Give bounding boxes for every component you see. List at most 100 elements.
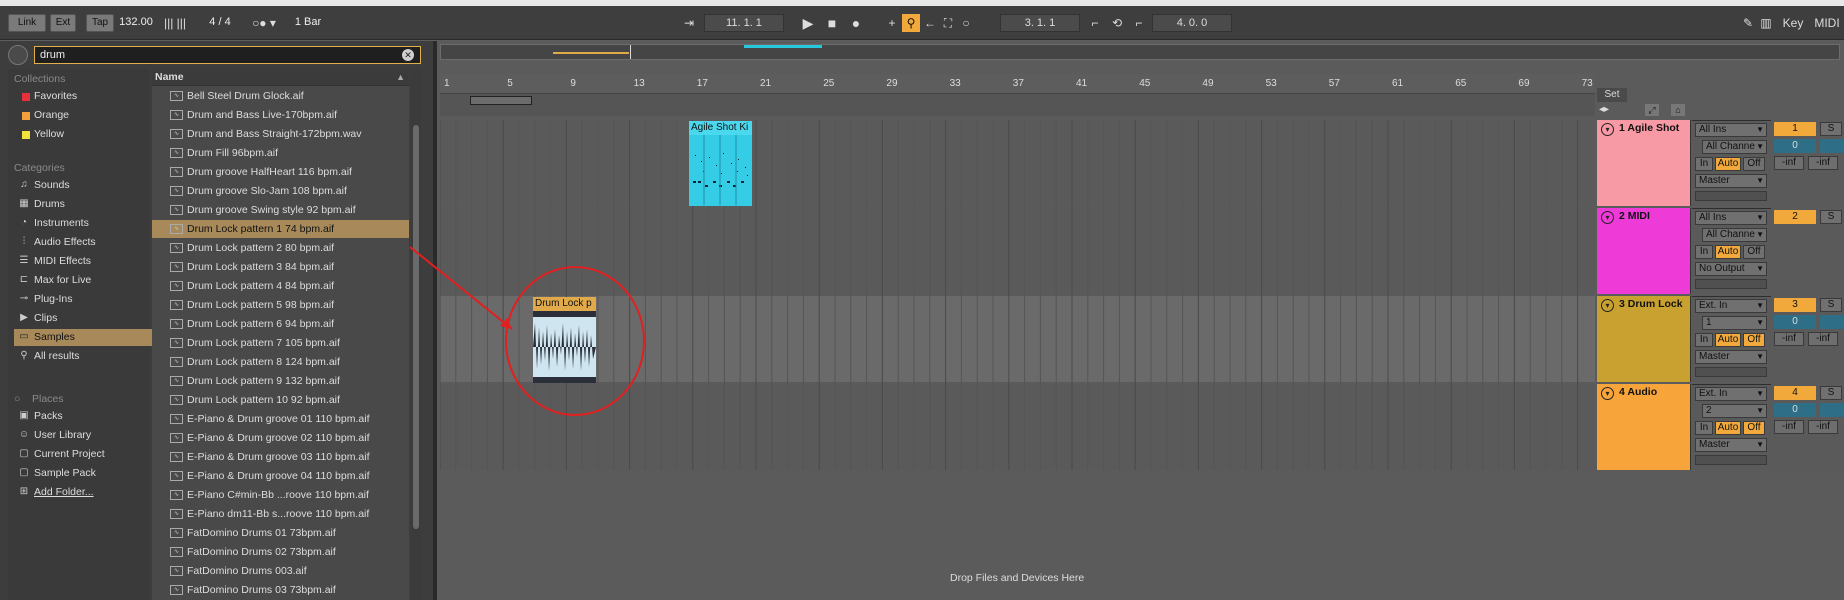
track-activator-button[interactable]: 4 bbox=[1774, 386, 1816, 400]
file-row[interactable]: ∿ Drum groove Swing style 92 bpm.aif bbox=[152, 201, 409, 219]
output-select[interactable]: Master ▼ bbox=[1695, 350, 1767, 364]
preview-icon[interactable] bbox=[8, 45, 28, 65]
monitor-in-button[interactable]: In bbox=[1695, 421, 1713, 435]
fold-icon[interactable]: ▾ bbox=[1601, 387, 1614, 400]
output-channel-select[interactable] bbox=[1695, 191, 1767, 201]
file-row[interactable]: ∿ Drum Lock pattern 3 84 bpm.aif bbox=[152, 258, 409, 276]
file-row[interactable]: ∿ E-Piano & Drum groove 03 110 bpm.aif bbox=[152, 448, 409, 466]
session-record-icon[interactable]: ○ bbox=[958, 14, 974, 32]
solo-button[interactable]: S bbox=[1820, 122, 1842, 136]
clear-search-icon[interactable]: ✕ bbox=[402, 49, 414, 61]
metronome-icon[interactable]: ○● ▾ bbox=[246, 14, 282, 32]
file-row[interactable]: ∿ E-Piano & Drum groove 04 110 bpm.aif bbox=[152, 467, 409, 485]
category-drums[interactable]: ▦ Drums bbox=[14, 196, 154, 213]
nudge-icon[interactable]: ||| ||| bbox=[158, 14, 192, 32]
monitor-in-button[interactable]: In bbox=[1695, 245, 1713, 259]
track-activator-button[interactable]: 2 bbox=[1774, 210, 1816, 224]
tap-button[interactable]: Tap bbox=[86, 14, 114, 32]
locator-lane[interactable] bbox=[440, 94, 1595, 116]
monitor-in-button[interactable]: In bbox=[1695, 333, 1713, 347]
category-instruments[interactable]: ◔ Instruments bbox=[14, 215, 154, 232]
fold-icon[interactable]: ▾ bbox=[1601, 123, 1614, 136]
fold-icon[interactable]: ▾ bbox=[1601, 299, 1614, 312]
file-row[interactable]: ∿ Drum Fill 96bpm.aif bbox=[152, 144, 409, 162]
category-clips[interactable]: ▶ Clips bbox=[14, 310, 154, 327]
audio-clip[interactable]: Drum Lock p bbox=[533, 297, 596, 383]
midi-clip[interactable]: Agile Shot Ki bbox=[689, 121, 752, 206]
midi-map-button[interactable]: MIDI bbox=[1812, 14, 1842, 32]
nav-arrows-icon[interactable]: ◂▸ bbox=[1599, 104, 1609, 115]
loop-start-field[interactable]: 3. 1. 1 bbox=[1000, 14, 1080, 32]
track-activator-button[interactable]: 3 bbox=[1774, 298, 1816, 312]
collection-favorites[interactable]: Favorites bbox=[14, 88, 154, 105]
file-row[interactable]: ∿ Drum groove Slo-Jam 108 bpm.aif bbox=[152, 182, 409, 200]
file-row[interactable]: ∿ E-Piano dm11-Bb s...roove 110 bpm.aif bbox=[152, 505, 409, 523]
loop-length-field[interactable]: 4. 0. 0 bbox=[1152, 14, 1232, 32]
monitor-auto-button[interactable]: Auto bbox=[1715, 421, 1741, 435]
input-channel-select[interactable]: All Channe ▼ bbox=[1702, 228, 1767, 242]
file-row[interactable]: ∿ FatDomino Drums 03 73bpm.aif bbox=[152, 581, 409, 599]
output-select[interactable]: Master ▼ bbox=[1695, 438, 1767, 452]
monitor-off-button[interactable]: Off bbox=[1743, 333, 1765, 347]
file-row[interactable]: ∿ Drum Lock pattern 6 94 bpm.aif bbox=[152, 315, 409, 333]
automation-arm-icon[interactable]: ⚲ bbox=[902, 14, 920, 32]
pan-field[interactable] bbox=[1820, 403, 1844, 417]
file-row[interactable]: ∿ Drum Lock pattern 4 84 bpm.aif bbox=[152, 277, 409, 295]
volume-field[interactable]: 0 bbox=[1774, 315, 1816, 329]
collection-orange[interactable]: Orange bbox=[14, 107, 154, 124]
capture-icon[interactable]: ⛶ bbox=[940, 14, 956, 32]
quantize-menu[interactable]: 1 Bar bbox=[286, 14, 330, 32]
punch-out-icon[interactable]: ⌐ bbox=[1130, 14, 1148, 32]
category-samples[interactable]: ▭ Samples bbox=[14, 329, 154, 346]
output-select[interactable]: No Output ▼ bbox=[1695, 262, 1767, 276]
input-channel-select[interactable]: 2 ▼ bbox=[1702, 404, 1767, 418]
loop-icon[interactable]: ⟲ bbox=[1108, 14, 1126, 32]
expand-icon[interactable]: ⤢ bbox=[1645, 104, 1659, 116]
output-channel-select[interactable] bbox=[1695, 367, 1767, 377]
monitor-off-button[interactable]: Off bbox=[1743, 245, 1765, 259]
file-row[interactable]: ∿ Drum groove HalfHeart 116 bpm.aif bbox=[152, 163, 409, 181]
time-signature-field[interactable]: 4 / 4 bbox=[200, 14, 240, 32]
input-channel-select[interactable]: 1 ▼ bbox=[1702, 316, 1767, 330]
place-current-project[interactable]: ▢ Current Project bbox=[14, 446, 154, 463]
category-audio-effects[interactable]: ⫶ Audio Effects bbox=[14, 234, 154, 251]
input-type-select[interactable]: Ext. In ▼ bbox=[1695, 387, 1767, 401]
output-channel-select[interactable] bbox=[1695, 455, 1767, 465]
record-icon[interactable]: ● bbox=[848, 14, 864, 32]
input-type-select[interactable]: Ext. In ▼ bbox=[1695, 299, 1767, 313]
solo-button[interactable]: S bbox=[1820, 298, 1842, 312]
back-to-arrangement-icon[interactable]: ← bbox=[922, 14, 938, 32]
lock-icon[interactable]: ⌂ bbox=[1671, 104, 1685, 116]
file-row[interactable]: ∿ Drum Lock pattern 2 80 bpm.aif bbox=[152, 239, 409, 257]
category-plug-ins[interactable]: ⊸ Plug-Ins bbox=[14, 291, 154, 308]
place-packs[interactable]: ▣ Packs bbox=[14, 408, 154, 425]
file-row[interactable]: ∿ Drum and Bass Live-170bpm.aif bbox=[152, 106, 409, 124]
volume-field[interactable]: 0 bbox=[1774, 139, 1816, 153]
fold-icon[interactable]: ▾ bbox=[1601, 211, 1614, 224]
input-type-select[interactable]: All Ins ▼ bbox=[1695, 123, 1767, 137]
file-row[interactable]: ∿ E-Piano & Drum groove 01 110 bpm.aif bbox=[152, 410, 409, 428]
pan-field[interactable] bbox=[1820, 139, 1844, 153]
place-sample-pack[interactable]: ▢ Sample Pack bbox=[14, 465, 154, 482]
play-icon[interactable]: ▶ bbox=[800, 14, 816, 32]
category-sounds[interactable]: ♫ Sounds bbox=[14, 177, 154, 194]
collection-yellow[interactable]: Yellow bbox=[14, 126, 154, 143]
tempo-field[interactable]: 132.00 bbox=[116, 14, 156, 32]
place-user-library[interactable]: ☺ User Library bbox=[14, 427, 154, 444]
solo-button[interactable]: S bbox=[1820, 386, 1842, 400]
file-row[interactable]: ∿ FatDomino Drums 003.aif bbox=[152, 562, 409, 580]
stop-icon[interactable]: ■ bbox=[824, 14, 840, 32]
file-row[interactable]: ∿ Drum Lock pattern 10 92 bpm.aif bbox=[152, 391, 409, 409]
link-button[interactable]: Link bbox=[8, 14, 46, 32]
track-title-bar[interactable]: ▾ 4 Audio bbox=[1597, 384, 1691, 470]
file-row[interactable]: ∿ FatDomino Drums 02 73bpm.aif bbox=[152, 543, 409, 561]
song-position-field[interactable]: 11. 1. 1 bbox=[704, 14, 784, 32]
track-title-bar[interactable]: ▾ 1 Agile Shot bbox=[1597, 120, 1691, 206]
file-row[interactable]: ∿ Drum Lock pattern 1 74 bpm.aif bbox=[152, 220, 409, 238]
volume-field[interactable]: 0 bbox=[1774, 403, 1816, 417]
scrollbar-thumb[interactable] bbox=[413, 125, 419, 529]
name-column-header[interactable]: Name ▲ bbox=[152, 69, 409, 86]
pan-field[interactable] bbox=[1820, 315, 1844, 329]
track-title-bar[interactable]: ▾ 3 Drum Lock bbox=[1597, 296, 1691, 382]
monitor-auto-button[interactable]: Auto bbox=[1715, 157, 1741, 171]
